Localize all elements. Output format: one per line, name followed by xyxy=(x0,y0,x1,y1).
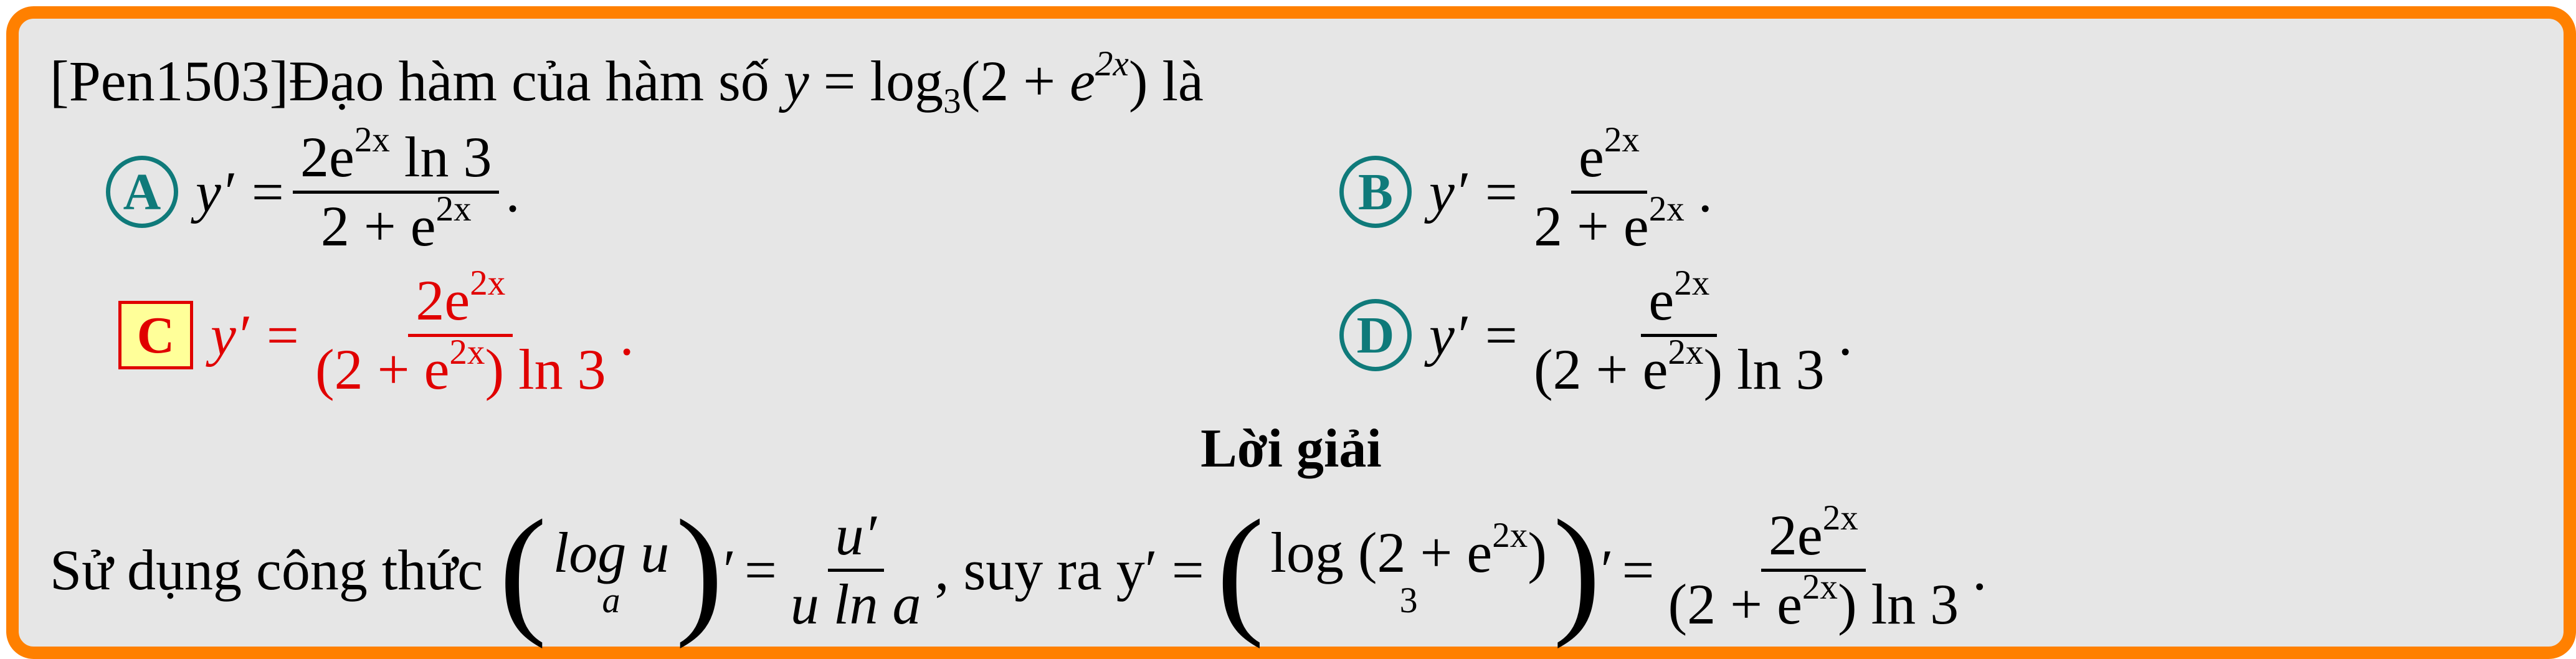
log-3-expression: log (2 + e2x) 3 xyxy=(1270,515,1547,620)
option-a-marker: A xyxy=(106,156,178,229)
option-c-lhs: y′ = xyxy=(211,303,302,367)
option-d-lhs: y′ = xyxy=(1429,303,1521,367)
option-d[interactable]: D y′ = e2x (2 + e2x) ln 3 . xyxy=(1339,263,1853,403)
option-b-lhs: y′ = xyxy=(1429,160,1521,224)
option-b[interactable]: B y′ = e2x 2 + e2x . xyxy=(1339,120,1713,260)
derivative-formula-fraction: u′ u ln a xyxy=(790,503,921,636)
option-a[interactable]: A y′ = 2e2x ln 3 2 + e2x . xyxy=(106,122,520,260)
option-c-correct[interactable]: C y′ = 2e2x (2 + e2x) ln 3 . xyxy=(118,263,634,403)
option-c-marker: C xyxy=(118,301,193,370)
question-card: [Pen1503]Đạo hàm của hàm số y = log3(2 +… xyxy=(6,6,2576,659)
option-d-fraction: e2x (2 + e2x) ln 3 xyxy=(1534,263,1825,401)
option-b-marker: B xyxy=(1339,156,1412,229)
option-a-lhs: y′ = xyxy=(196,160,287,224)
result-fraction: 2e2x (2 + e2x) ln 3 xyxy=(1668,498,1959,636)
question-text: [Pen1503]Đạo hàm của hàm số y = log3(2 +… xyxy=(50,44,1204,121)
option-a-fraction: 2e2x ln 3 2 + e2x xyxy=(293,122,500,260)
solution-heading: Lời giải xyxy=(1200,419,1382,479)
option-d-marker: D xyxy=(1339,299,1412,372)
option-b-fraction: e2x 2 + e2x xyxy=(1534,120,1685,258)
log-a-u: log u a xyxy=(553,520,670,620)
solution-text: Sử dụng công thức ( log u a ) ′ = u′ u ln… xyxy=(50,490,1987,649)
option-c-fraction: 2e2x (2 + e2x) ln 3 xyxy=(315,263,606,401)
